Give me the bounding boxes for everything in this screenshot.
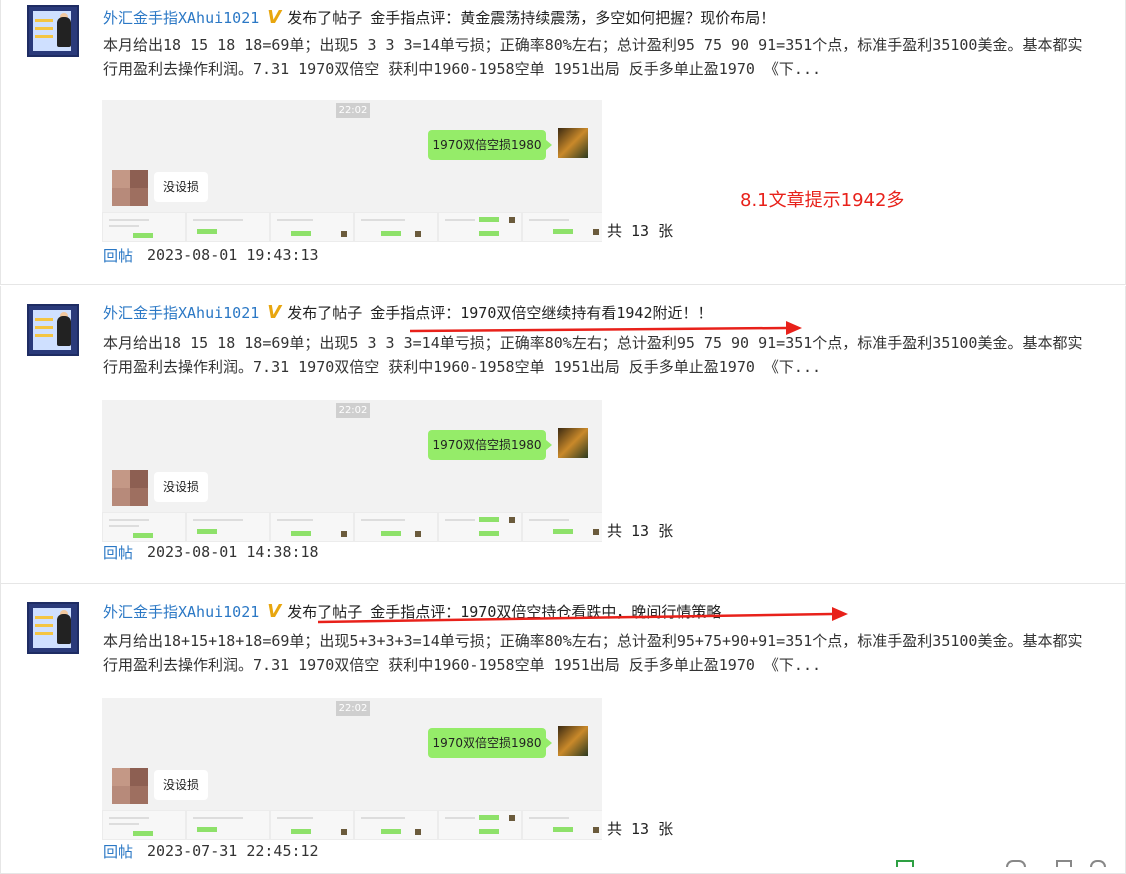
bottom-toolbar [896, 860, 1126, 867]
share-icon[interactable] [896, 860, 914, 867]
arrow-post-2 [409, 321, 802, 335]
annotation-arrows [317, 321, 848, 624]
more-icon[interactable] [1090, 860, 1106, 867]
like-icon[interactable] [1056, 860, 1072, 867]
comment-icon[interactable] [1006, 860, 1026, 867]
arrow-post-3 [317, 607, 848, 624]
